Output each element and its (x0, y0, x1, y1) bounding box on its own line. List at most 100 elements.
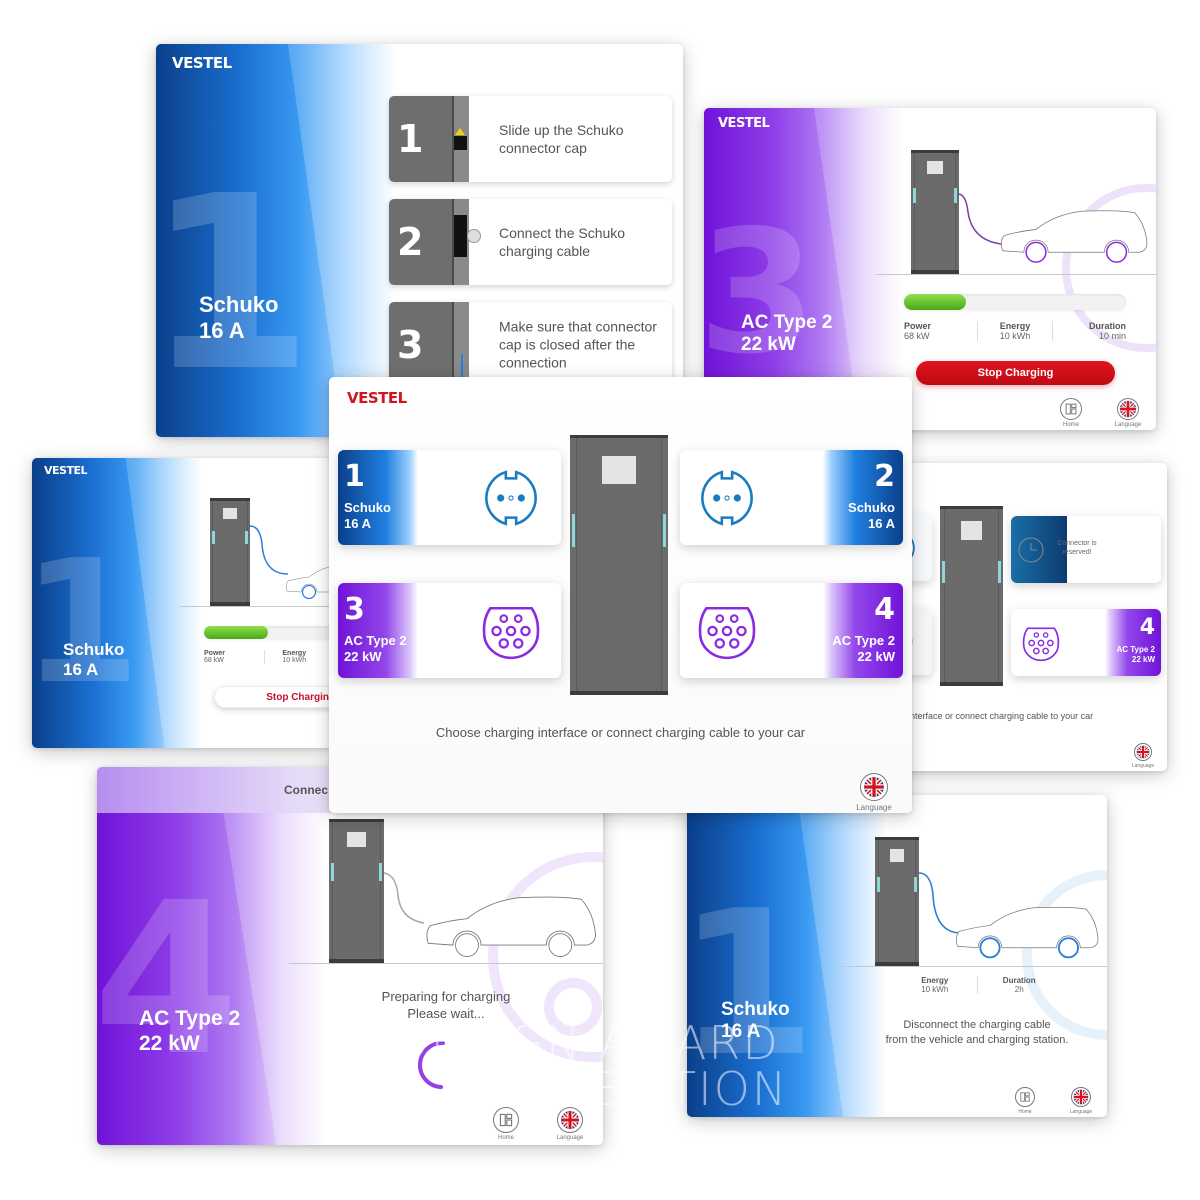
connector-label: Schuko 16 A (344, 500, 391, 532)
stat-energy: Energy 10 kWh (921, 976, 949, 994)
charging-station-graphic (911, 150, 959, 274)
connector-label: Schuko 16 A (848, 500, 895, 532)
step-text: Slide up the Schuko connector cap (499, 121, 624, 156)
connector-number: 4 (1139, 615, 1155, 640)
stat-duration: Duration 10 min (1051, 321, 1126, 341)
connector-label: AC Type 2 22 kW (344, 633, 407, 665)
schuko-socket-icon (696, 467, 758, 529)
instruction-text: Choose charging interface or connect cha… (435, 725, 806, 740)
type2-socket-icon (696, 600, 758, 662)
type2-socket-icon (480, 600, 542, 662)
home-icon (1064, 402, 1078, 416)
charging-progress-fill (904, 294, 967, 310)
step-text: Make sure that connector cap is closed a… (499, 318, 657, 372)
connector-card-2[interactable]: 2 Schuko 16 A (680, 450, 903, 545)
connector-title: Schuko 16 A (63, 640, 124, 680)
connector-rating: 22 kW (139, 1031, 200, 1055)
connector-number-watermark: 1 (32, 524, 141, 722)
disconnect-message: Disconnect the charging cable from the v… (885, 1019, 1069, 1046)
car-graphic (284, 554, 332, 600)
stop-charging-button[interactable]: Stop Chargin (214, 686, 332, 708)
ground-line (876, 274, 1156, 275)
instruction-text: nterface or connect charging cable to yo… (910, 711, 1094, 721)
connector-rating: 22 kW (741, 334, 796, 356)
stat-duration: Duration 2h (976, 976, 1062, 994)
car-graphic (953, 891, 1101, 959)
connector-label: AC Type 2 22 kW (1116, 645, 1155, 664)
home-icon (1019, 1091, 1031, 1103)
vestel-logo: VESTEL (718, 116, 770, 131)
connector-number: 3 (344, 592, 365, 627)
stat-power: Power 68 kW (204, 650, 226, 664)
charging-station-graphic (329, 819, 384, 963)
step-number: 3 (397, 323, 424, 367)
ground-line (180, 606, 332, 607)
uk-flag-icon (1119, 400, 1137, 418)
screen-main-select: VESTEL 1 Schuko 16 A 2 Schuko 16 A 3 AC Ty… (329, 377, 912, 813)
step-number: 2 (397, 220, 424, 264)
ground-line (842, 966, 1107, 967)
step-card: 3 Make sure that connector cap is closed… (389, 302, 672, 388)
charging-progress-fill (204, 626, 268, 639)
connector-card-4[interactable]: 4 AC Type 2 22 kW (680, 583, 903, 678)
connector-card-3[interactable]: 3 AC Type 2 22 kW (338, 583, 561, 678)
header-title: Connec (284, 783, 329, 797)
charging-station-graphic (210, 498, 250, 606)
connector-card-4[interactable]: 4 AC Type 2 22 kW (1011, 609, 1161, 676)
step-card: 2 Connect the Schuko charging cable (389, 199, 672, 285)
session-summary-stats: Energy 10 kWh Duration 2h (893, 976, 1061, 994)
step-number: 1 (397, 117, 424, 161)
reserved-message: Connector is reserved! (1057, 540, 1097, 557)
charging-station-graphic (875, 837, 919, 966)
vestel-logo: VESTEL (172, 54, 232, 72)
charging-progress-bar (204, 626, 332, 639)
language-button[interactable]: Language (1126, 743, 1160, 769)
connector-name: AC Type 2 (139, 1007, 241, 1030)
stop-charging-button[interactable]: Stop Charging (916, 361, 1115, 385)
screen-charging-schuko: 1 VESTEL Schuko 16 A Power 68 kW Energy 10… (32, 458, 332, 748)
stat-energy: Energy 10 kWh (263, 650, 325, 664)
schuko-socket-icon (480, 467, 542, 529)
home-button[interactable]: Home (1056, 398, 1086, 428)
connector-title: Schuko 16 A (199, 292, 278, 344)
uk-flag-icon (863, 776, 885, 798)
vestel-logo: VESTEL (347, 389, 407, 407)
connector-label: Schuko 16 A (1126, 552, 1155, 571)
connector-name: AC Type 2 (741, 312, 833, 333)
connector-number: 2 (874, 459, 895, 494)
home-button[interactable]: Home (1013, 1087, 1037, 1115)
connector-title: AC Type 2 22 kW (741, 312, 833, 357)
charging-stats: Power 68 kW Energy 10 kWh (204, 650, 324, 664)
language-button[interactable]: Language (1065, 1087, 1097, 1115)
clock-icon (1018, 537, 1044, 563)
award-watermark: A'DESIGN AWARD & COMPETITION (345, 1016, 789, 1116)
charging-station-graphic (940, 506, 1003, 686)
connector-name: Schuko (199, 292, 279, 317)
charging-progress-bar (904, 294, 1126, 310)
stat-power: Power 68 kW (904, 321, 932, 341)
connector-card-1[interactable]: 1 Schuko 16 A (338, 450, 561, 545)
connector-number: 4 (874, 592, 895, 627)
connector-number-watermark: 1 (156, 144, 313, 424)
connector-title: AC Type 2 22 kW (139, 1007, 240, 1057)
connector-rating: 16 A (63, 660, 99, 680)
connector-number: 1 (344, 459, 365, 494)
ground-line (289, 963, 603, 964)
language-button[interactable]: Language (851, 773, 897, 812)
charging-station-graphic (570, 435, 668, 695)
connector-name: Schuko (63, 640, 125, 659)
connector-card-2-reserved[interactable]: Connector is reserved! 2 Schuko 16 A (1011, 516, 1161, 583)
car-graphic (423, 885, 599, 957)
vestel-logo: VESTEL (44, 464, 87, 477)
uk-flag-icon (1073, 1089, 1089, 1105)
car-graphic (998, 194, 1150, 263)
connector-number: 2 (1139, 522, 1155, 547)
screen-reserved: Connector is reserved! 2 Schuko 16 A 4 AC… (880, 463, 1167, 771)
language-button[interactable]: Language (1110, 398, 1146, 428)
step-card: 1 Slide up the Schuko connector cap (389, 96, 672, 182)
connector-label: AC Type 2 22 kW (832, 633, 895, 665)
connector-rating: 16 A (199, 317, 245, 343)
type2-socket-icon (1021, 623, 1061, 663)
step-text: Connect the Schuko charging cable (499, 224, 626, 259)
uk-flag-icon (1136, 745, 1150, 759)
